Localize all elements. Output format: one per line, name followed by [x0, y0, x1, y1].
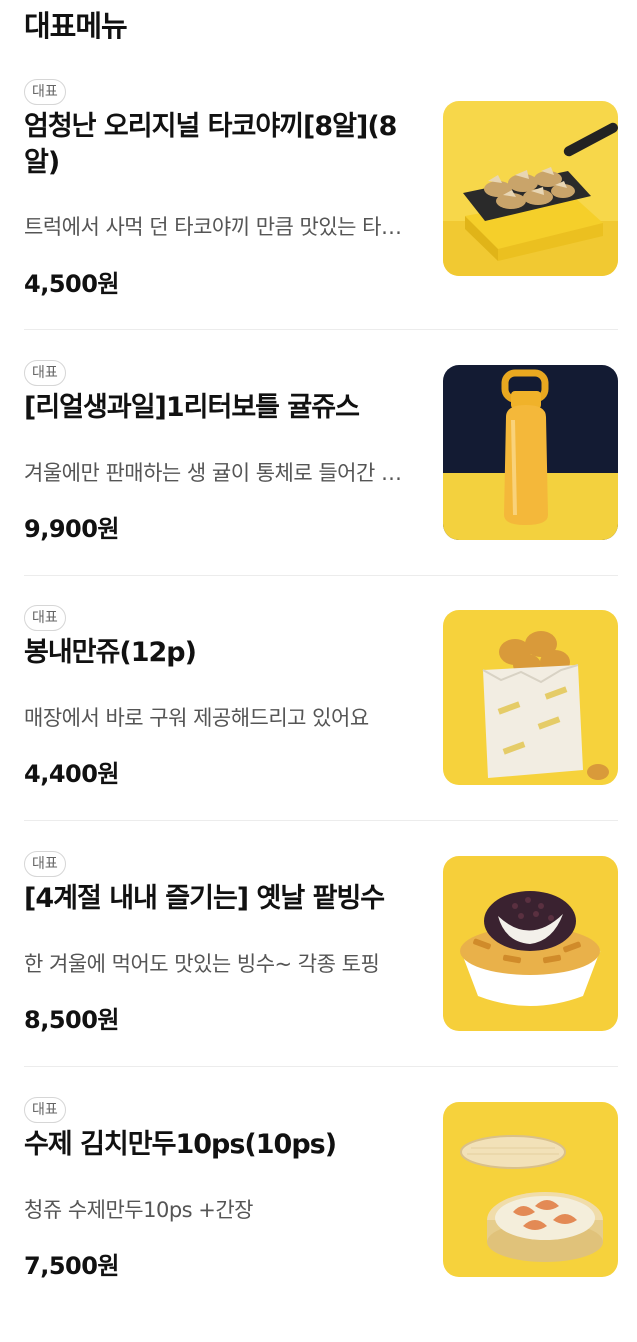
- menu-item-name: [리얼생과일]1리터보틀 귤쥬스: [24, 392, 360, 423]
- menu-item-description: 트럭에서 사먹 던 타코야끼 만큼 맛있는 타코야끼: [24, 215, 409, 239]
- item-divider: [24, 329, 618, 330]
- section-title: 대표메뉴: [24, 9, 128, 43]
- menu-item-price: 4,400원: [24, 760, 120, 788]
- signature-badge: 대표: [24, 605, 66, 631]
- menu-item-tangerine-juice[interactable]: 대표 [리얼생과일]1리터보틀 귤쥬스 겨울에만 판매하는 생 귤이 통체로 들…: [0, 360, 637, 605]
- menu-item-price: 7,500원: [24, 1252, 120, 1280]
- menu-item-price: 4,500원: [24, 270, 120, 298]
- menu-item-description: 겨울에만 판매하는 생 귤이 통체로 들어간 쥬스: [24, 461, 409, 485]
- patbingsu-photo[interactable]: [443, 856, 618, 1031]
- menu-item-kimchi-dumpling[interactable]: 대표 수제 김치만두10ps(10ps) 청쥬 수제만두10ps +간장 7,5…: [0, 1097, 637, 1342]
- juice-bottle-photo[interactable]: [443, 365, 618, 540]
- signature-badge: 대표: [24, 851, 66, 877]
- signature-badge: 대표: [24, 360, 66, 386]
- menu-item-name: [4계절 내내 즐기는] 옛날 팥빙수: [24, 883, 385, 914]
- item-divider: [24, 575, 618, 576]
- takoyaki-photo[interactable]: [443, 101, 618, 276]
- menu-item-patbingsu[interactable]: 대표 [4계절 내내 즐기는] 옛날 팥빙수 한 겨울에 먹어도 맛있는 빙수~…: [0, 851, 637, 1096]
- dumpling-steamer-photo[interactable]: [443, 1102, 618, 1277]
- menu-item-description: 한 겨울에 먹어도 맛있는 빙수~ 각종 토핑: [24, 952, 380, 976]
- menu-item-price: 9,900원: [24, 515, 120, 543]
- menu-item-description: 청쥬 수제만두10ps +간장: [24, 1198, 254, 1222]
- menu-item-takoyaki[interactable]: 대표 엄청난 오리지널 타코야끼[8알](8알) 트럭에서 사먹 던 타코야끼 …: [0, 79, 637, 324]
- manju-bag-photo[interactable]: [443, 610, 618, 785]
- menu-item-name: 수제 김치만두10ps(10ps): [24, 1129, 337, 1160]
- menu-item-name: 엄청난 오리지널 타코야끼[8알](8알): [24, 111, 397, 178]
- menu-item-description: 매장에서 바로 구워 제공해드리고 있어요: [24, 706, 369, 730]
- item-divider: [24, 820, 618, 821]
- signature-badge: 대표: [24, 79, 66, 105]
- signature-badge: 대표: [24, 1097, 66, 1123]
- menu-item-price: 8,500원: [24, 1006, 120, 1034]
- menu-item-name: 봉내만쥬(12p): [24, 637, 197, 668]
- menu-item-manju[interactable]: 대표 봉내만쥬(12p) 매장에서 바로 구워 제공해드리고 있어요 4,400…: [0, 605, 637, 850]
- item-divider: [24, 1066, 618, 1067]
